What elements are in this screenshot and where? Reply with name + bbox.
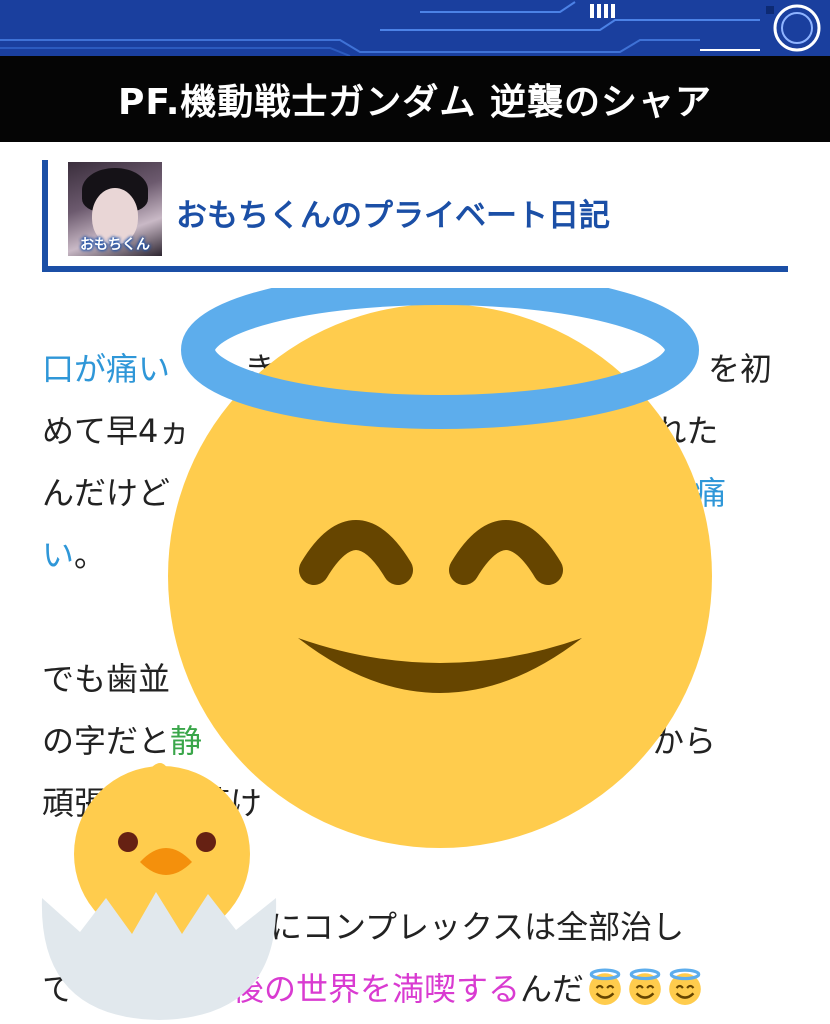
hatching-chick-icon (41, 763, 277, 1020)
avatar[interactable]: おもちくん (68, 162, 162, 256)
avatar-label: おもちくん (80, 237, 150, 253)
smiling-face-with-halo-icon (669, 968, 701, 1005)
smiling-face-with-halo-icon (629, 968, 661, 1005)
text-fragment: 。 (74, 536, 107, 574)
tech-pattern-graphic (0, 0, 830, 56)
text-fragment: の字だと (42, 722, 171, 760)
text-fragment: んだけど (42, 474, 171, 512)
title-banner: PF.機動戦士ガンダム 逆襲のシャア (0, 56, 830, 142)
keyword-link[interactable]: 口が痛い (42, 350, 170, 388)
smiling-face-with-halo-icon (589, 968, 621, 1005)
blog-title[interactable]: おもちくんのプライベート日記 (176, 190, 610, 235)
text-fragment: にコンプレックスは全部治し (270, 908, 685, 946)
text-fragment: んだ (520, 970, 585, 1008)
blog-header[interactable]: おもちくん おもちくんのプライベート日記 (42, 160, 788, 272)
keyword-link[interactable]: い (42, 536, 74, 574)
tech-header-bar (0, 0, 830, 56)
page-title: PF.機動戦士ガンダム 逆襲のシャア (118, 82, 712, 123)
screenshot: PF.機動戦士ガンダム 逆襲のシャア おもちくん おもちくんのプライベート日記 … (0, 0, 830, 1024)
text-fragment: でも歯並 (42, 660, 171, 698)
